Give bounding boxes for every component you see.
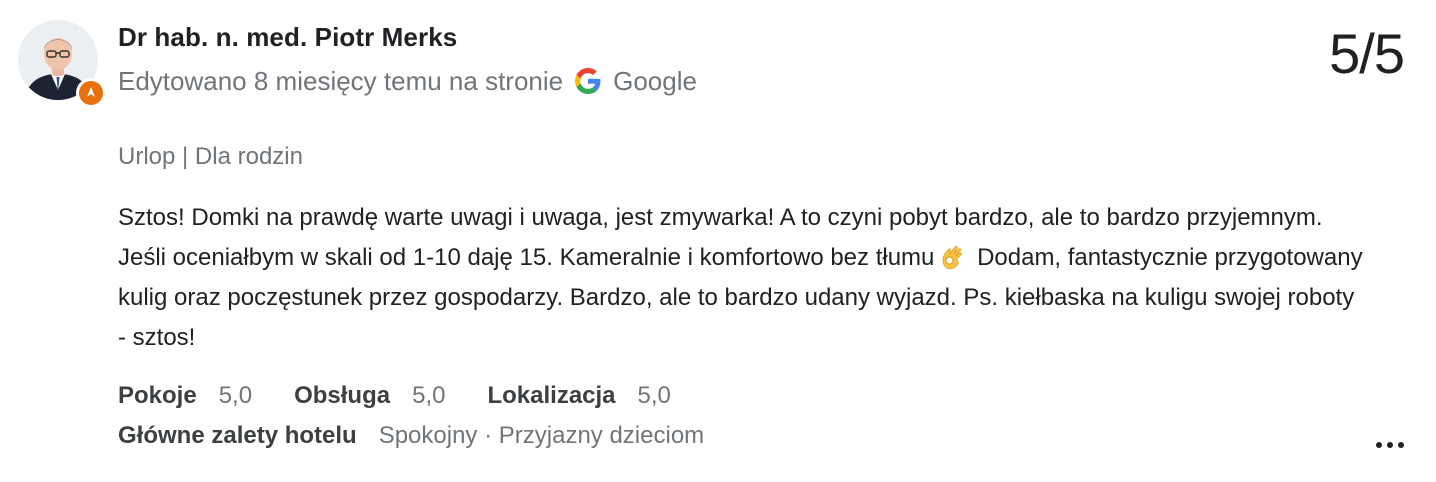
- rating-label: Lokalizacja: [487, 382, 616, 409]
- more-horiz-icon: [1376, 442, 1382, 448]
- review-meta: Edytowano 8 miesięcy temu na stronie Goo…: [118, 64, 697, 98]
- review-text: Sztos! Domki na prawdę warte uwagi i uwa…: [118, 198, 1368, 358]
- rating-lokalizacja: Lokalizacja 5,0: [487, 382, 670, 410]
- more-horiz-icon: [1387, 442, 1393, 448]
- rating-pokoje: Pokoje 5,0: [118, 382, 252, 410]
- highlights-label: Główne zalety hotelu: [118, 422, 357, 449]
- rating-value: 5,0: [637, 382, 671, 409]
- rating-value: 5,0: [412, 382, 446, 409]
- local-guide-badge-icon: [76, 78, 106, 108]
- ok-hand-emoji-icon: [938, 241, 968, 271]
- rating-obsluga: Obsługa 5,0: [294, 382, 445, 410]
- rating-label: Pokoje: [118, 382, 197, 409]
- author-name[interactable]: Dr hab. n. med. Piotr Merks: [118, 22, 457, 53]
- category-ratings: Pokoje 5,0 Obsługa 5,0 Lokalizacja 5,0: [118, 378, 713, 414]
- hotel-highlights: Główne zalety hotelu Spokojny · Przyjazn…: [118, 418, 704, 454]
- trip-type: Urlop | Dla rodzin: [118, 143, 303, 170]
- author-avatar[interactable]: [18, 20, 106, 108]
- rating-value: 5,0: [218, 382, 253, 409]
- more-horiz-icon: [1398, 442, 1404, 448]
- review-card: Dr hab. n. med. Piotr Merks Edytowano 8 …: [0, 0, 1436, 482]
- review-score: 5/5: [1329, 22, 1405, 85]
- google-g-icon: [575, 68, 601, 94]
- highlights-values: Spokojny · Przyjazny dzieciom: [378, 422, 705, 449]
- edited-text: Edytowano 8 miesięcy temu na stronie: [118, 65, 564, 96]
- source-name: Google: [613, 65, 697, 96]
- rating-label: Obsługa: [294, 382, 391, 409]
- more-options-button[interactable]: [1368, 430, 1412, 460]
